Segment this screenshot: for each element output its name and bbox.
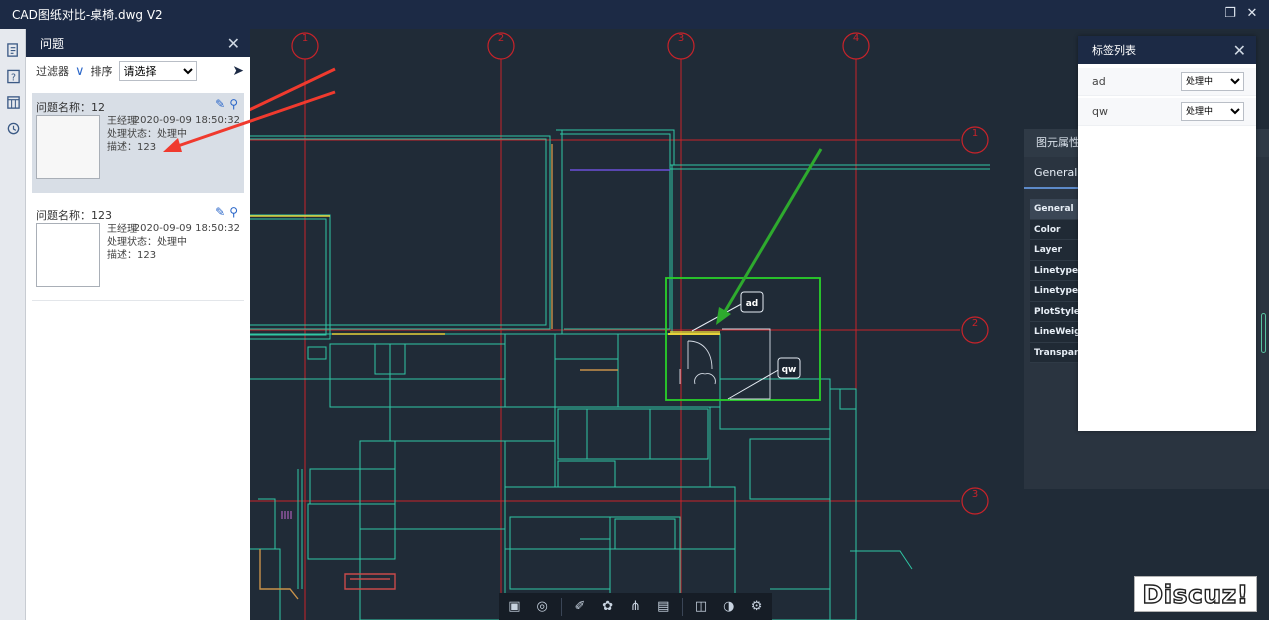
grid-label: 2 (972, 318, 978, 329)
green-arrow (716, 148, 823, 325)
tab-general[interactable]: General (1024, 157, 1082, 189)
layout-icon[interactable]: ▣ (505, 597, 524, 616)
render-icon[interactable]: ◑ (719, 597, 738, 616)
grid-label: 3 (678, 33, 684, 44)
chevron-down-icon[interactable]: ∨ (75, 64, 85, 79)
grid-label: 2 (498, 33, 504, 44)
close-icon[interactable]: ✕ (227, 34, 240, 53)
grid-label: 4 (853, 33, 859, 44)
panel-icon[interactable] (0, 89, 26, 115)
hatch (281, 511, 292, 519)
edit-icon[interactable]: ✎ (215, 205, 225, 219)
tag-list-header: 标签列表 ✕ (1078, 36, 1256, 64)
issues-title: 问题 (40, 36, 65, 51)
layers-icon[interactable]: ◫ (692, 597, 711, 616)
window-title: CAD图纸对比-桌椅.dwg V2 (12, 8, 163, 22)
tag-row[interactable]: qw 处理中 (1078, 98, 1256, 126)
accent-lines (250, 144, 720, 600)
close-icon[interactable]: ✕ (1245, 6, 1259, 21)
grid-label: 1 (972, 128, 978, 139)
tag-name: qw (1092, 105, 1108, 118)
palette-icon[interactable]: ✿ (598, 597, 617, 616)
left-rail: ? (0, 29, 26, 620)
grid-lines (250, 59, 960, 620)
walls (250, 129, 990, 620)
measure-icon[interactable]: ✐ (571, 597, 590, 616)
grid-label: 3 (972, 489, 978, 500)
sheet-icon[interactable] (0, 37, 26, 63)
scrollbar-handle[interactable] (1261, 313, 1266, 353)
divider (560, 597, 562, 616)
attachment-icon[interactable]: ⚲ (229, 205, 238, 219)
issue-date: 2020-09-09 18:50:32 (133, 223, 240, 234)
tag-list-panel: 标签列表 ✕ ad 处理中 qw 处理中 (1078, 36, 1256, 431)
tag-label: qw (782, 365, 797, 375)
door-symbols (679, 328, 771, 400)
tree-icon[interactable]: ⋔ (626, 597, 645, 616)
sort-label: 排序 (90, 65, 113, 78)
issue-thumbnail (36, 115, 100, 179)
question-icon[interactable]: ? (0, 63, 26, 89)
grid-label: 1 (302, 33, 308, 44)
tag-status-select[interactable]: 处理中 (1181, 102, 1244, 121)
send-icon[interactable]: ➤ (232, 63, 244, 79)
divider (681, 597, 683, 616)
tag-row[interactable]: ad 处理中 (1078, 68, 1256, 96)
tag-list-title: 标签列表 (1092, 44, 1136, 57)
issue-name: 问题名称：123 (36, 209, 112, 222)
filter-label: 过滤器 (36, 65, 69, 78)
issue-item[interactable]: 问题名称：123 ✎ ⚲ 王经理 处理状态：处理中 描述：123 2020-09-… (32, 201, 244, 301)
bottom-toolbar: ▣ ◎ ✐ ✿ ⋔ ▤ ◫ ◑ ⚙ (499, 593, 772, 620)
title-bar: CAD图纸对比-桌椅.dwg V2 ❐ ✕ (0, 0, 1269, 29)
settings-icon[interactable]: ⚙ (747, 597, 766, 616)
restore-icon[interactable]: ❐ (1223, 6, 1237, 21)
issues-header: 问题 ✕ (26, 29, 250, 57)
history-icon[interactable] (0, 115, 26, 141)
tag-name: ad (1092, 75, 1106, 88)
tag-status-select[interactable]: 处理中 (1181, 72, 1244, 91)
tag-label: ad (746, 299, 759, 309)
filter-bar: 过滤器 ∨ 排序 请选择 ➤ (26, 57, 250, 85)
watermark-text: Discuz! (1142, 579, 1249, 609)
sort-select[interactable]: 请选择 (118, 61, 197, 81)
red-arrow-head (163, 90, 336, 152)
svg-text:?: ? (11, 72, 16, 83)
issue-thumbnail (36, 223, 100, 287)
properties-icon[interactable]: ▤ (654, 597, 673, 616)
orbit-icon[interactable]: ◎ (533, 597, 552, 616)
watermark: Discuz! (1134, 576, 1257, 612)
issue-status: 处理状态：处理中 (107, 237, 187, 248)
issue-desc: 描述：123 (107, 250, 157, 261)
close-icon[interactable]: ✕ (1233, 41, 1246, 60)
